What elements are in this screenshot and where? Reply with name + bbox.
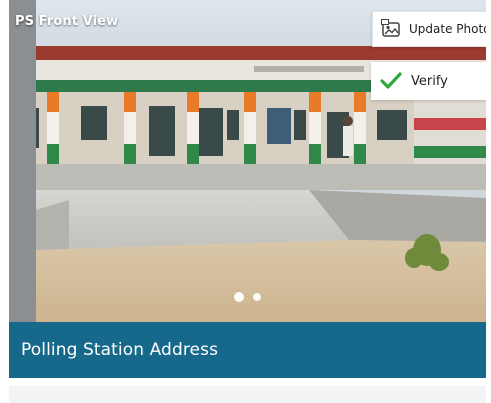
polling-station-photo-carousel[interactable]: PS Front View Update Photo Verify <box>9 0 486 322</box>
section-title: Polling Station Address <box>21 340 219 360</box>
update-photo-button[interactable]: Update Photo <box>372 11 486 47</box>
address-section-body <box>9 386 486 403</box>
polling-station-photo <box>9 0 486 322</box>
carousel-dot-active[interactable] <box>234 292 244 302</box>
check-icon <box>380 71 402 91</box>
carousel-pagination <box>9 292 486 302</box>
verify-button[interactable]: Verify <box>371 62 486 100</box>
update-photo-label: Update Photo <box>409 22 486 36</box>
image-upload-icon <box>381 19 401 39</box>
verify-label: Verify <box>411 73 448 89</box>
carousel-dot[interactable] <box>253 293 261 301</box>
polling-station-address-header[interactable]: Polling Station Address <box>9 322 486 378</box>
photo-label: PS Front View <box>15 14 119 29</box>
